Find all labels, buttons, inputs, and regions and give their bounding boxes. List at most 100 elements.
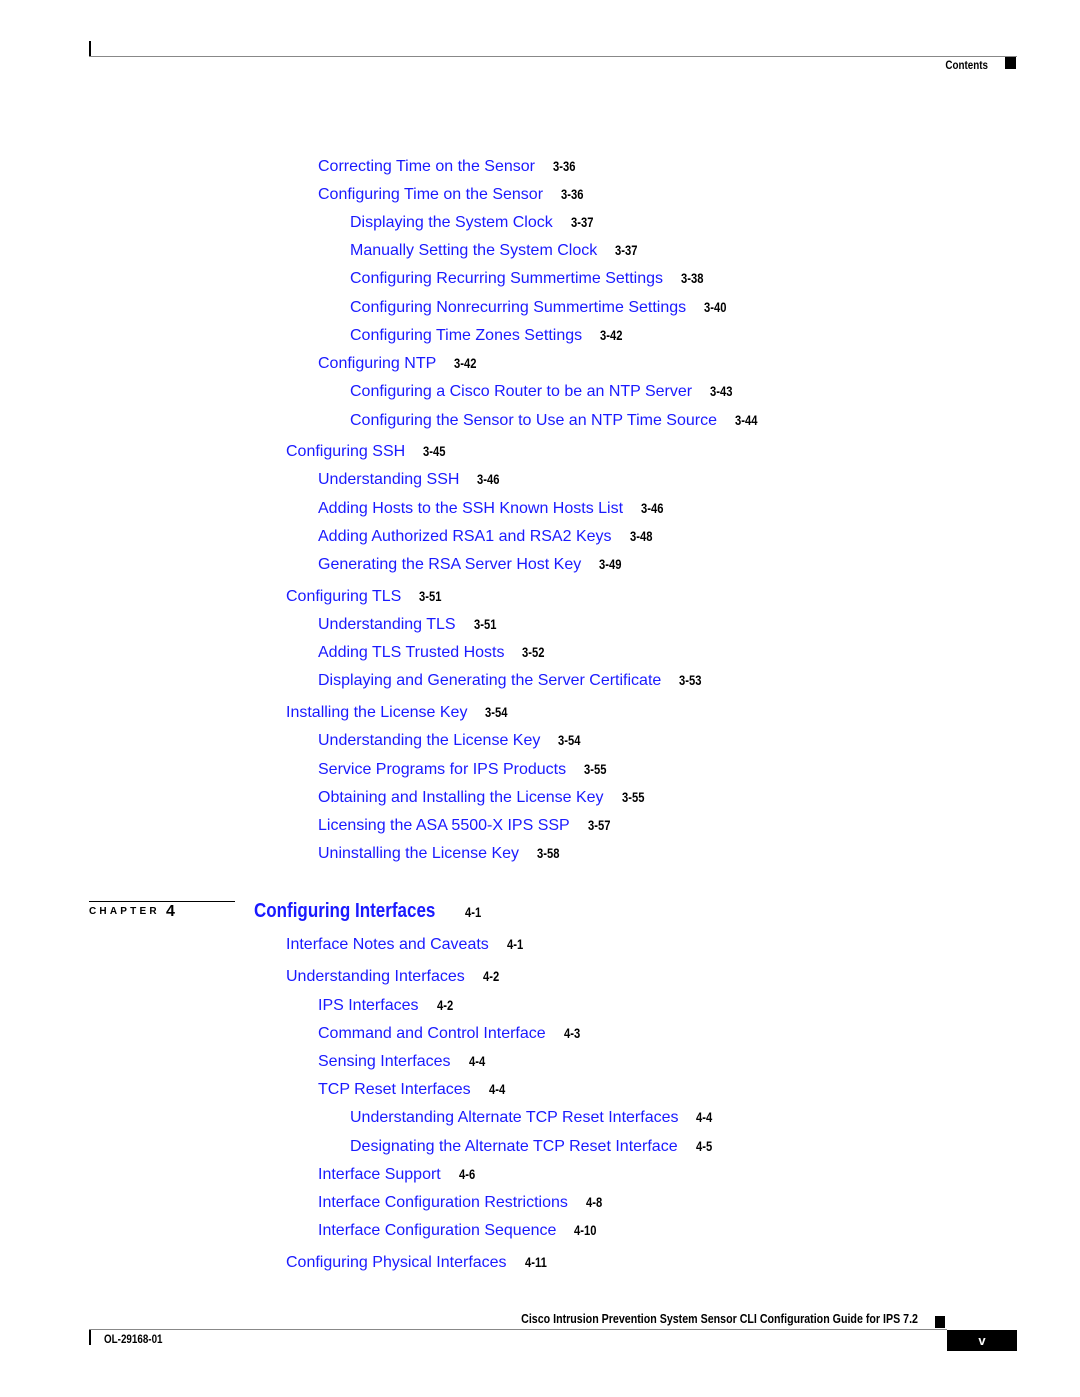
toc-entry-title[interactable]: Understanding SSH	[318, 471, 459, 488]
toc-entry-title[interactable]: Understanding the License Key	[318, 732, 540, 749]
toc-entry-page: 3-54	[485, 704, 508, 720]
toc-entry-title[interactable]: Displaying and Generating the Server Cer…	[318, 672, 661, 689]
toc-entry-title[interactable]: Configuring TLS	[286, 588, 401, 605]
toc-entry-page: 4-4	[488, 1081, 505, 1097]
toc-entry[interactable]: Adding Hosts to the SSH Known Hosts List…	[318, 498, 669, 519]
toc-entry-title[interactable]: Configuring Physical Interfaces	[286, 1254, 507, 1271]
toc-entry-title[interactable]: Configuring Nonrecurring Summertime Sett…	[350, 299, 686, 316]
toc-entry[interactable]: TCP Reset Interfaces 4-4	[318, 1079, 509, 1100]
toc-entry-title[interactable]: Configuring Recurring Summertime Setting…	[350, 270, 663, 287]
toc-entry-title[interactable]: Interface Support	[318, 1166, 441, 1183]
toc-entry-title[interactable]: Understanding TLS	[318, 616, 456, 633]
footer-marker	[935, 1316, 945, 1328]
toc-entry-page: 3-42	[600, 327, 623, 343]
toc-entry-title[interactable]: Correcting Time on the Sensor	[318, 158, 535, 175]
toc-entry[interactable]: Interface Notes and Caveats 4-1	[286, 934, 527, 955]
toc-entry-page: 4-3	[563, 1025, 580, 1041]
toc-entry-title[interactable]: Displaying the System Clock	[350, 214, 553, 231]
toc-entry[interactable]: Generating the RSA Server Host Key 3-49	[318, 554, 627, 575]
toc-entry-title[interactable]: Sensing Interfaces	[318, 1053, 451, 1070]
chapter-rule	[89, 901, 235, 902]
toc-entry-title[interactable]: Understanding Interfaces	[286, 968, 465, 985]
toc-entry[interactable]: Configuring Physical Interfaces 4-11	[286, 1252, 552, 1273]
toc-entry-title[interactable]: Adding TLS Trusted Hosts	[318, 644, 504, 661]
toc-entry-page: 3-53	[679, 672, 702, 688]
toc-entry[interactable]: Interface Support 4-6	[318, 1164, 479, 1185]
toc-entry-title[interactable]: Understanding Alternate TCP Reset Interf…	[350, 1109, 678, 1126]
toc-entry[interactable]: Configuring Recurring Summertime Setting…	[350, 268, 709, 289]
toc-entry[interactable]: Command and Control Interface 4-3	[318, 1023, 584, 1044]
toc-entry-page: 3-49	[599, 556, 622, 572]
toc-entry[interactable]: Configuring a Cisco Router to be an NTP …	[350, 381, 738, 402]
toc-entry-title[interactable]: Configuring Time Zones Settings	[350, 327, 582, 344]
toc-entry-page: 3-44	[735, 412, 758, 428]
toc-entry[interactable]: Uninstalling the License Key 3-58	[318, 843, 565, 864]
header-bar	[89, 41, 91, 57]
footer-guide-title: Cisco Intrusion Prevention System Sensor…	[521, 1311, 918, 1326]
toc-entry-page: 3-37	[615, 242, 638, 258]
toc-entry[interactable]: Adding Authorized RSA1 and RSA2 Keys 3-48	[318, 526, 658, 547]
toc-entry-title[interactable]: IPS Interfaces	[318, 997, 419, 1014]
toc-entry-title[interactable]: Obtaining and Installing the License Key	[318, 789, 604, 806]
toc-entry-title[interactable]: Configuring NTP	[318, 355, 436, 372]
toc-entry-title[interactable]: Generating the RSA Server Host Key	[318, 556, 581, 573]
toc-entry[interactable]: Displaying the System Clock 3-37	[350, 212, 599, 233]
toc-entry[interactable]: IPS Interfaces 4-2	[318, 995, 457, 1016]
toc-entry[interactable]: Configuring NTP 3-42	[318, 353, 482, 374]
toc-entry-title[interactable]: Interface Configuration Sequence	[318, 1222, 556, 1239]
toc-entry[interactable]: Installing the License Key 3-54	[286, 702, 513, 723]
chapter-label: CHAPTER	[89, 906, 160, 917]
toc-entry-page: 3-46	[641, 500, 664, 516]
toc-entry[interactable]: Understanding SSH 3-46	[318, 469, 505, 490]
toc-entry-title[interactable]: Licensing the ASA 5500-X IPS SSP	[318, 817, 570, 834]
toc-entry[interactable]: Licensing the ASA 5500-X IPS SSP 3-57	[318, 815, 616, 836]
toc-entry-title[interactable]: Installing the License Key	[286, 704, 467, 721]
toc-entry-title[interactable]: Configuring the Sensor to Use an NTP Tim…	[350, 412, 717, 429]
toc-entry-page: 3-51	[419, 588, 442, 604]
toc-entry[interactable]: Understanding TLS 3-51	[318, 614, 502, 635]
toc-entry[interactable]: Interface Configuration Restrictions 4-8	[318, 1192, 606, 1213]
toc-entry-page: 3-54	[558, 732, 581, 748]
header-marker	[1005, 57, 1016, 69]
toc-entry-page: 4-2	[482, 968, 499, 984]
toc-entry[interactable]: Configuring the Sensor to Use an NTP Tim…	[350, 410, 763, 431]
toc-entry[interactable]: Interface Configuration Sequence 4-10	[318, 1220, 602, 1241]
toc-entry-title[interactable]: Uninstalling the License Key	[318, 845, 519, 862]
toc-entry[interactable]: Service Programs for IPS Products 3-55	[318, 759, 612, 780]
toc-entry[interactable]: Designating the Alternate TCP Reset Inte…	[350, 1136, 716, 1157]
toc-entry-title[interactable]: Service Programs for IPS Products	[318, 761, 566, 778]
chapter-title[interactable]: Configuring Interfaces	[254, 900, 435, 923]
chapter-heading[interactable]: Configuring Interfaces 4-1	[254, 900, 486, 923]
toc-entry-title[interactable]: Designating the Alternate TCP Reset Inte…	[350, 1138, 678, 1155]
toc-entry[interactable]: Sensing Interfaces 4-4	[318, 1051, 489, 1072]
toc-entry[interactable]: Correcting Time on the Sensor 3-36	[318, 156, 581, 177]
toc-entry[interactable]: Configuring Time on the Sensor 3-36	[318, 184, 589, 205]
toc-entry[interactable]: Obtaining and Installing the License Key…	[318, 787, 650, 808]
toc-entry-page: 3-36	[553, 158, 576, 174]
toc-entry-page: 4-10	[574, 1222, 597, 1238]
toc-entry-page: 3-57	[587, 817, 611, 833]
toc-entry[interactable]: Configuring Nonrecurring Summertime Sett…	[350, 297, 732, 318]
toc-entry-title[interactable]: Interface Configuration Restrictions	[318, 1194, 568, 1211]
toc-entry-title[interactable]: Adding Authorized RSA1 and RSA2 Keys	[318, 528, 612, 545]
toc-entry-title[interactable]: Configuring Time on the Sensor	[318, 186, 543, 203]
toc-entry[interactable]: Understanding the License Key 3-54	[318, 730, 586, 751]
toc-entry[interactable]: Configuring TLS 3-51	[286, 586, 447, 607]
toc-entry-title[interactable]: Command and Control Interface	[318, 1025, 546, 1042]
toc-entry-title[interactable]: TCP Reset Interfaces	[318, 1081, 471, 1098]
toc-entry-title[interactable]: Adding Hosts to the SSH Known Hosts List	[318, 500, 623, 517]
toc-entry-title[interactable]: Interface Notes and Caveats	[286, 936, 489, 953]
toc-entry[interactable]: Displaying and Generating the Server Cer…	[318, 670, 707, 691]
toc-entry[interactable]: Adding TLS Trusted Hosts 3-52	[318, 642, 551, 663]
footer-page-number: v	[947, 1330, 1017, 1351]
toc-entry[interactable]: Configuring SSH 3-45	[286, 441, 451, 462]
toc-entry[interactable]: Manually Setting the System Clock 3-37	[350, 240, 643, 261]
toc-entry-page: 3-46	[477, 471, 500, 487]
toc-entry[interactable]: Understanding Interfaces 4-2	[286, 966, 503, 987]
toc-entry-title[interactable]: Configuring a Cisco Router to be an NTP …	[350, 383, 692, 400]
toc-entry[interactable]: Configuring Time Zones Settings 3-42	[350, 325, 628, 346]
toc-entry-title[interactable]: Configuring SSH	[286, 443, 405, 460]
toc-entry-page: 4-1	[506, 936, 523, 952]
toc-entry[interactable]: Understanding Alternate TCP Reset Interf…	[350, 1107, 717, 1128]
toc-entry-title[interactable]: Manually Setting the System Clock	[350, 242, 597, 259]
